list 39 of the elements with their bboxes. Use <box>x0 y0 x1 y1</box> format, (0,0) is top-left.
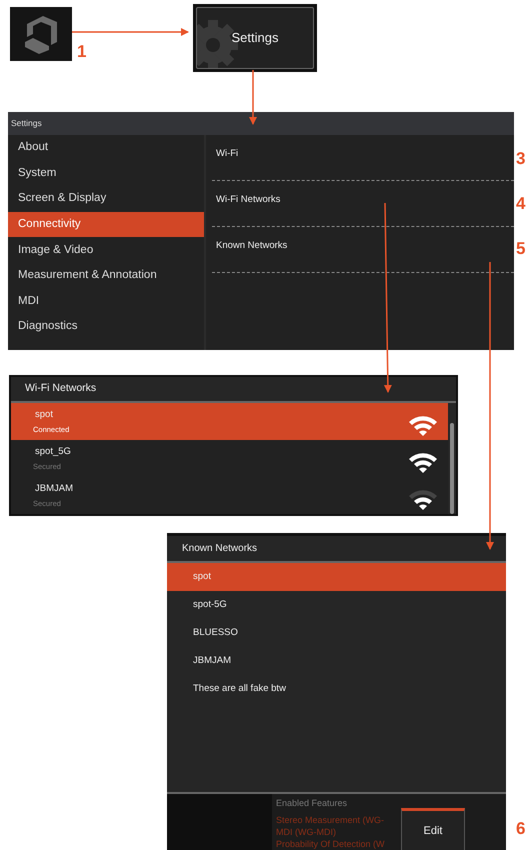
arrow <box>249 70 257 125</box>
known-network-item[interactable]: JBMJAM <box>167 646 506 675</box>
feature-text: MDI (WG-MDI) <box>276 826 336 838</box>
callout-number: 1 <box>77 43 86 60</box>
callout-number: 6 <box>516 820 526 837</box>
settings-option[interactable]: Wi-Fi <box>216 148 238 159</box>
wifi-signal-icon <box>408 488 438 510</box>
known-network-item[interactable]: spot-5G <box>167 590 506 619</box>
sidebar-item[interactable]: Image & Video <box>8 237 204 263</box>
wifi-signal-icon <box>408 450 438 472</box>
feature-text: Probability Of Detection (W <box>276 838 385 850</box>
app-icon[interactable] <box>10 7 72 61</box>
panel-title: Wi-Fi Networks <box>25 381 96 396</box>
sidebar-item[interactable]: Screen & Display <box>8 186 204 212</box>
callout-number: 3 <box>516 150 526 167</box>
sidebar-item[interactable]: System <box>8 160 204 186</box>
network-name: spot <box>35 409 54 420</box>
sidebar-item[interactable]: Connectivity <box>8 212 204 238</box>
settings-option[interactable]: Wi-Fi Networks <box>216 194 280 205</box>
settings-tile[interactable]: Settings <box>196 7 314 69</box>
callout-number: 4 <box>516 195 526 212</box>
sidebar-item[interactable]: Measurement & Annotation <box>8 262 204 289</box>
section-heading: Enabled Features <box>276 797 348 809</box>
edit-button[interactable]: Edit <box>401 808 465 850</box>
callout-number: 5 <box>516 240 526 257</box>
feature-text: Stereo Measurement (WG- <box>276 814 384 826</box>
panel-title: Known Networks <box>182 542 258 556</box>
sidebar-item[interactable]: MDI <box>8 288 204 314</box>
sidebar-item[interactable]: Diagnostics <box>8 314 204 340</box>
network-name: JBMJAM <box>35 483 73 494</box>
window-title: Settings <box>11 117 42 130</box>
known-network-item[interactable]: These are all fake btw <box>167 674 506 703</box>
known-network-item[interactable]: spot <box>167 562 506 591</box>
wifi-signal-icon <box>408 414 438 436</box>
settings-option[interactable]: Known Networks <box>216 240 288 251</box>
scrollbar-thumb[interactable] <box>450 423 454 514</box>
known-network-item[interactable]: BLUESSO <box>167 618 506 647</box>
network-name: spot_5G <box>35 446 71 458</box>
sidebar-item[interactable]: About <box>8 135 204 161</box>
